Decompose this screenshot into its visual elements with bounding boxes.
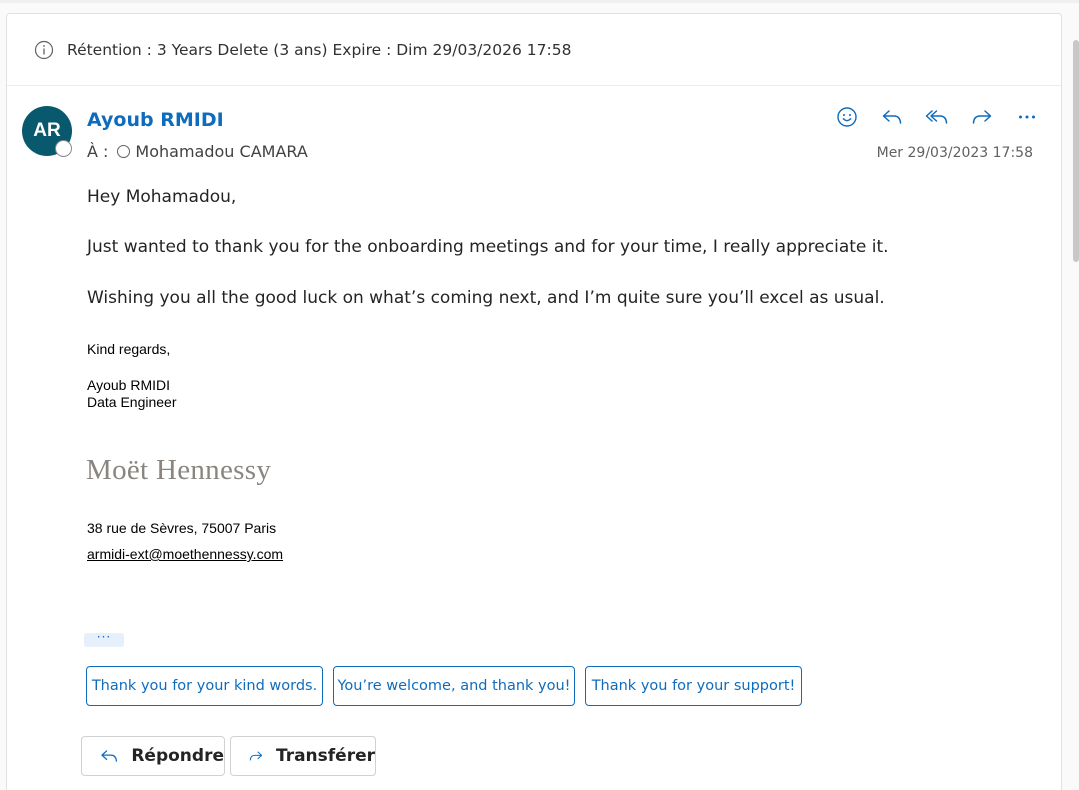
recipient-name[interactable]: Mohamadou CAMARA [135, 142, 307, 161]
company-logo: Moët Hennessy [86, 454, 272, 486]
scrollbar[interactable] [1073, 40, 1079, 262]
presence-status-icon [55, 140, 72, 157]
signature-name: Ayoub RMIDI [87, 377, 170, 393]
message-actions [831, 104, 1043, 130]
message-card: Rétention : 3 Years Delete (3 ans) Expir… [6, 13, 1062, 790]
reply-all-button[interactable] [921, 104, 953, 130]
show-more-button[interactable]: ··· [84, 631, 124, 647]
recipients-line: À : Mohamadou CAMARA [87, 142, 308, 161]
signature-address: 38 rue de Sèvres, 75007 Paris [87, 520, 277, 536]
suggested-reply-button[interactable]: Thank you for your support! [585, 666, 802, 706]
sender-name[interactable]: Ayoub RMIDI [87, 109, 224, 131]
suggested-reply-button[interactable]: Thank you for your kind words. [86, 666, 323, 706]
smile-icon [837, 107, 857, 127]
reply-bottom-button[interactable]: Répondre [81, 736, 225, 776]
signature-title: Data Engineer [87, 394, 177, 410]
react-button[interactable] [831, 104, 863, 130]
reply-button[interactable] [876, 104, 908, 130]
recipient-presence-icon [117, 145, 131, 158]
forward-label: Transférer [275, 746, 375, 766]
more-actions-button[interactable] [1011, 104, 1043, 130]
reply-label: Répondre [131, 746, 224, 766]
reply-all-icon [925, 110, 948, 124]
body-paragraph: Wishing you all the good luck on what’s … [87, 288, 885, 308]
info-icon [34, 40, 54, 60]
forward-icon [249, 751, 263, 761]
more-icon [1019, 115, 1035, 119]
forward-icon [972, 110, 992, 124]
suggested-reply-button[interactable]: You’re welcome, and thank you! [333, 666, 575, 706]
retention-banner: Rétention : 3 Years Delete (3 ans) Expir… [7, 14, 1061, 86]
signature-email-link[interactable]: armidi-ext@moethennessy.com [87, 546, 283, 562]
reply-icon [101, 750, 118, 762]
message-date: Mer 29/03/2023 17:58 [876, 145, 1033, 161]
body-paragraph: Just wanted to thank you for the onboard… [87, 237, 889, 257]
greeting: Hey Mohamadou, [87, 187, 237, 207]
avatar-initials: AR [33, 120, 61, 141]
forward-button[interactable] [966, 104, 998, 130]
top-divider [0, 0, 1079, 3]
forward-bottom-button[interactable]: Transférer [230, 736, 376, 776]
to-label: À : [87, 142, 109, 161]
closing: Kind regards, [87, 341, 171, 357]
retention-text: Rétention : 3 Years Delete (3 ans) Expir… [67, 40, 572, 59]
reply-icon [882, 110, 902, 124]
